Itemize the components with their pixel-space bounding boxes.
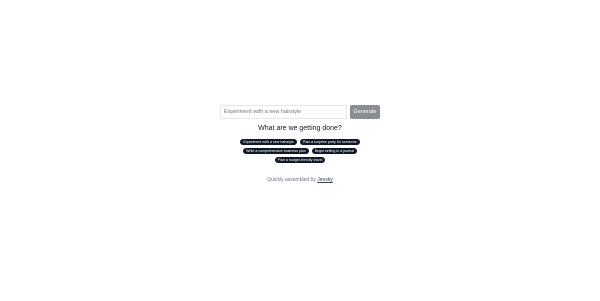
suggestion-chip[interactable]: Experiment with a new hairstyle [240,139,297,145]
search-row: Generate [220,105,380,119]
page-heading: What are we getting done? [258,125,342,132]
suggestion-chip[interactable]: Begin writing in a journal [311,148,357,154]
footer-text: Quickly assembled by [267,177,316,183]
task-input[interactable] [220,105,347,119]
suggestion-chip[interactable]: Plan a budget-friendly travel [274,157,326,163]
generate-button[interactable]: Generate [350,105,380,119]
suggestion-list: Experiment with a new hairstyle Plan a s… [220,139,380,163]
footer: Quickly assembled by Jensky [0,177,600,183]
suggestion-chip[interactable]: Plan a surprise party for someone [299,139,360,145]
author-link[interactable]: Jensky [317,177,333,183]
page: Generate What are we getting done? Exper… [0,0,600,301]
suggestion-chip[interactable]: Write a comprehensive business plan [243,148,309,154]
